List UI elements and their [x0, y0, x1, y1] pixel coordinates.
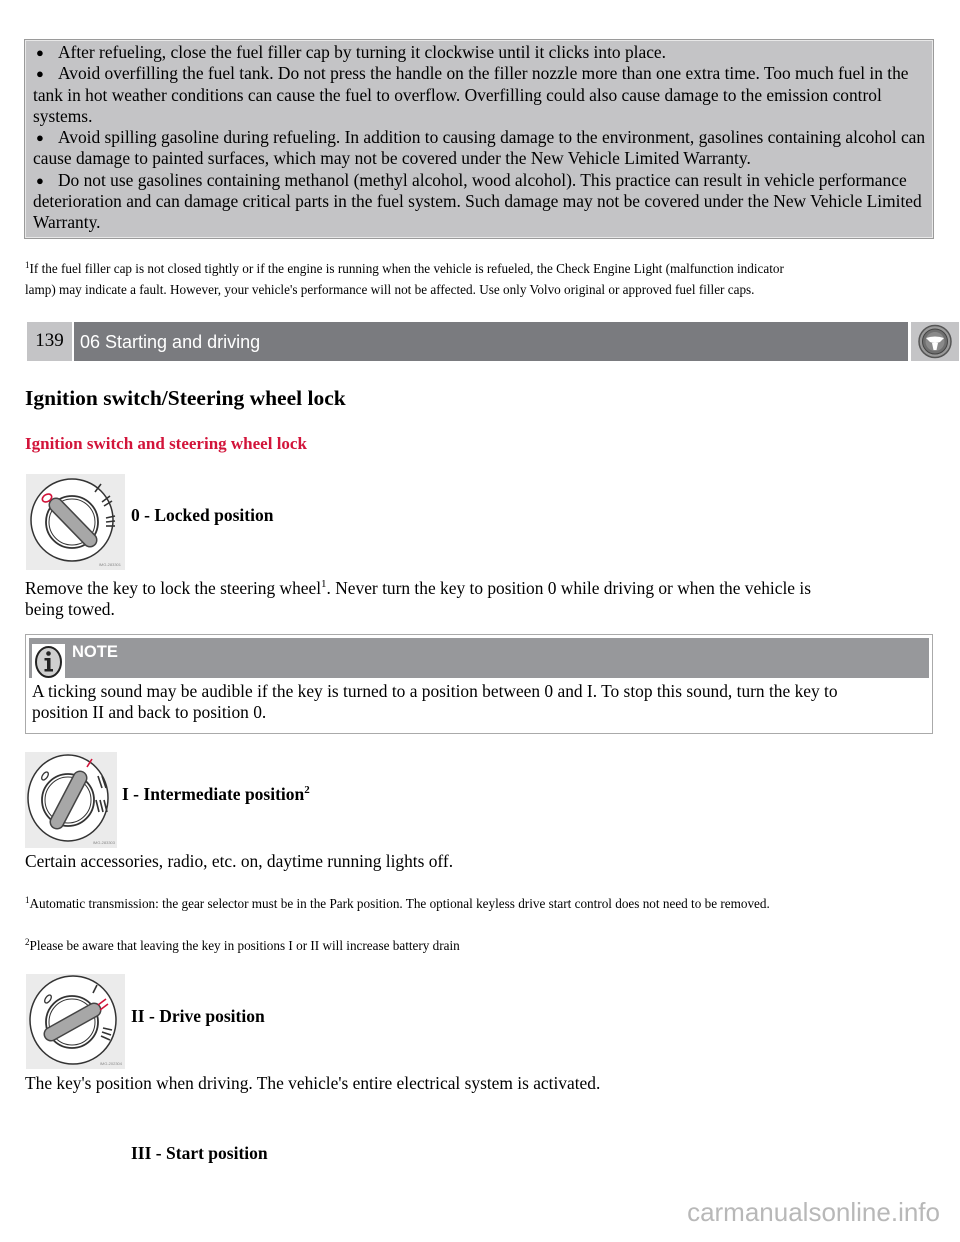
footnote-2: 2Please be aware that leaving the key in…: [25, 937, 460, 954]
position-1-label: I - Intermediate position2: [122, 784, 310, 804]
warning-bullet: ● After refueling, close the fuel filler …: [33, 42, 926, 63]
ignition-image-position-2: IMG-202304: [26, 974, 125, 1069]
ignition-dial-icon: IMG-283303: [27, 754, 116, 845]
note-text: A ticking sound may be audible if the ke…: [32, 681, 838, 723]
footnote-fuel-cap: 1If the fuel filler cap is not closed ti…: [25, 260, 784, 298]
watermark: carmanualsonline.info: [687, 1197, 940, 1227]
position-1-description: Certain accessories, radio, etc. on, day…: [25, 851, 454, 871]
position-0-description: Remove the key to lock the steering whee…: [25, 578, 811, 620]
bullet-icon: ●: [36, 172, 44, 188]
image-caption: IMG-202304: [100, 1061, 123, 1066]
bullet-icon: ●: [36, 66, 44, 82]
chapter-icon-box: [911, 322, 959, 361]
ignition-image-position-1: IMG-283303: [25, 752, 117, 848]
position-2-label: II - Drive position: [131, 1006, 265, 1026]
steering-wheel-icon: [918, 324, 952, 359]
warning-box: ● After refueling, close the fuel filler …: [25, 40, 933, 238]
ignition-dial-icon: IMG-283301: [30, 478, 122, 567]
warning-bullet: ● Avoid spilling gasoline during refuelin…: [33, 127, 926, 169]
position-3-label: III - Start position: [131, 1143, 268, 1163]
warning-bullet: ● Do not use gasolines containing methano…: [33, 169, 922, 233]
footnote-ref: 2: [304, 784, 310, 796]
note-box: NOTE A ticking sound may be audible if t…: [25, 634, 933, 734]
chapter-header: 139 06 Starting and driving: [27, 322, 959, 361]
bullet-icon: ●: [36, 45, 44, 60]
section-title: Ignition switch and steering wheel lock: [25, 434, 307, 453]
position-2-description: The key's position when driving. The veh…: [25, 1073, 601, 1093]
image-caption: IMG-283301: [99, 562, 122, 567]
page-title: Ignition switch/Steering wheel lock: [25, 386, 346, 410]
ignition-image-position-0: IMG-283301: [26, 474, 125, 570]
warning-bullet: ● Avoid overfilling the fuel tank. Do not…: [33, 63, 909, 126]
position-0-label: 0 - Locked position: [131, 505, 274, 525]
note-header: NOTE: [29, 638, 929, 680]
page-number: 139: [27, 322, 72, 361]
chapter-title: 06 Starting and driving: [74, 322, 908, 361]
image-caption: IMG-283303: [93, 840, 116, 845]
ignition-dial-icon: IMG-202304: [29, 975, 123, 1066]
note-label: NOTE: [72, 643, 118, 661]
info-icon: [35, 646, 62, 678]
footnote-1: 1Automatic transmission: the gear select…: [25, 895, 770, 912]
bullet-icon: ●: [36, 130, 44, 146]
